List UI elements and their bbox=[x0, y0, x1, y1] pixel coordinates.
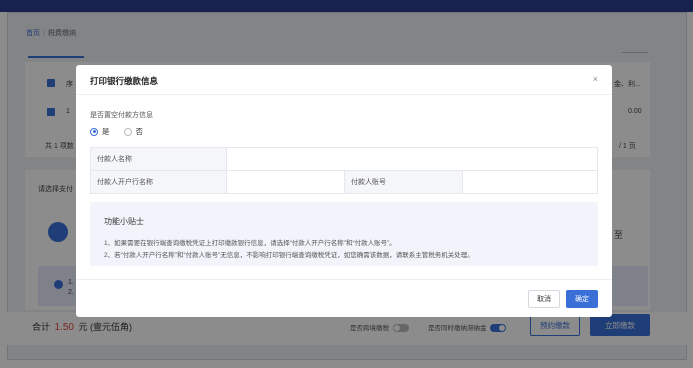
close-icon[interactable]: × bbox=[593, 74, 598, 84]
tips-title: 功能小贴士 bbox=[104, 217, 144, 226]
cancel-button[interactable]: 取消 bbox=[528, 290, 560, 308]
form-row-payer-name: 付款人名称 bbox=[90, 147, 598, 171]
radio-no-icon[interactable] bbox=[123, 127, 132, 136]
dialog-footer-divider bbox=[76, 279, 612, 280]
radio-option-no[interactable]: 否 bbox=[123, 126, 144, 137]
radio-option-yes[interactable]: 是 bbox=[90, 126, 110, 137]
dialog-title: 打印银行缴款信息 bbox=[90, 76, 159, 86]
dialog-header: 打印银行缴款信息 × bbox=[76, 65, 612, 95]
radio-yes-icon[interactable] bbox=[90, 127, 98, 136]
radio-yes-label: 是 bbox=[102, 127, 110, 136]
print-bank-payment-dialog: 打印银行缴款信息 × 是否置空付款方信息 是 否 付款人名称 付款人开户行名称 … bbox=[76, 65, 612, 317]
payer-account-label: 付款人账号 bbox=[344, 170, 463, 194]
payer-account-field[interactable] bbox=[462, 170, 598, 194]
payer-info-form: 付款人名称 付款人开户行名称 付款人账号 bbox=[90, 147, 598, 194]
payer-name-field[interactable] bbox=[226, 147, 598, 171]
payer-bank-label: 付款人开户行名称 bbox=[90, 170, 227, 194]
form-row-bank-account: 付款人开户行名称 付款人账号 bbox=[90, 170, 598, 194]
tips-box: 功能小贴士 1、如果需要在银行端查询缴税凭证上打印缴款银行信息，请选择“付款人开… bbox=[90, 202, 598, 266]
clear-payer-radio-group: 是 否 bbox=[90, 126, 157, 137]
tip-line-1: 1、如果需要在银行端查询缴税凭证上打印缴款银行信息，请选择“付款人开户行名称”和… bbox=[104, 240, 396, 247]
radio-no-label: 否 bbox=[135, 127, 144, 136]
tip-line-2: 2、若“付款人开户行名称”和“付款人账号”无信息，不影响打印银行端查询缴税凭证，… bbox=[104, 252, 474, 259]
payer-bank-field[interactable] bbox=[226, 170, 345, 194]
clear-payer-question: 是否置空付款方信息 bbox=[90, 112, 153, 119]
confirm-button[interactable]: 确定 bbox=[566, 290, 598, 308]
payer-name-label: 付款人名称 bbox=[90, 147, 227, 171]
